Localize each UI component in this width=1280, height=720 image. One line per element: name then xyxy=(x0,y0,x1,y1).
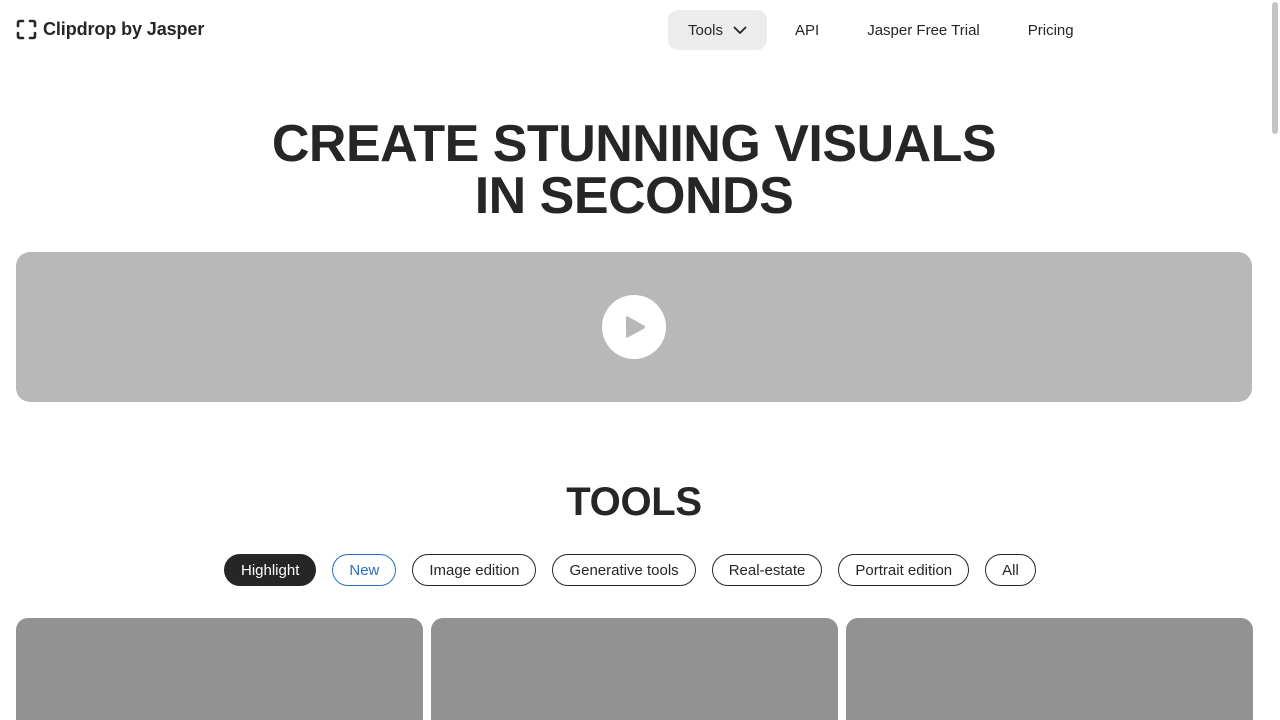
nav-api[interactable]: API xyxy=(775,10,839,50)
hero-title-line-2: IN SECONDS xyxy=(474,167,794,225)
play-button[interactable] xyxy=(602,295,666,359)
filter-generative-tools[interactable]: Generative tools xyxy=(552,554,696,586)
nav-tools-dropdown[interactable]: Tools xyxy=(668,10,768,50)
brand-logo[interactable]: Clipdrop by Jasper xyxy=(16,19,204,40)
filter-portrait-edition[interactable]: Portrait edition xyxy=(838,554,970,586)
hero-title: CREATE STUNNING VISUALS IN SECONDS xyxy=(0,118,1268,222)
scrollbar-thumb[interactable] xyxy=(1272,2,1278,134)
main-nav: Tools API Jasper Free Trial Pricing xyxy=(668,10,1094,50)
tools-section-title: TOOLS xyxy=(566,480,702,524)
nav-jasper-free-trial[interactable]: Jasper Free Trial xyxy=(847,10,1000,50)
tool-cards-grid xyxy=(16,618,1253,720)
tool-card[interactable] xyxy=(431,618,838,720)
top-header: Clipdrop by Jasper Tools API Jasper Free… xyxy=(0,0,1270,60)
filter-highlight[interactable]: Highlight xyxy=(224,554,317,586)
page-scrollbar[interactable] xyxy=(1270,0,1278,720)
hero-title-line-1: CREATE STUNNING VISUALS xyxy=(271,115,997,173)
filter-image-edition[interactable]: Image edition xyxy=(412,554,537,586)
filter-new[interactable]: New xyxy=(332,554,397,586)
clipdrop-logo-icon xyxy=(16,19,37,40)
brand-name: Clipdrop by Jasper xyxy=(43,19,205,39)
filter-real-estate[interactable]: Real-estate xyxy=(711,554,823,586)
tool-filter-chips: Highlight New Image edition Generative t… xyxy=(224,554,1036,586)
nav-pricing[interactable]: Pricing xyxy=(1008,10,1094,50)
hero-video[interactable] xyxy=(16,252,1252,402)
chevron-down-icon xyxy=(733,23,747,37)
nav-tools-label: Tools xyxy=(688,21,724,39)
tool-card[interactable] xyxy=(846,618,1253,720)
play-icon xyxy=(626,316,645,338)
filter-all[interactable]: All xyxy=(985,554,1036,586)
tool-card[interactable] xyxy=(16,618,423,720)
